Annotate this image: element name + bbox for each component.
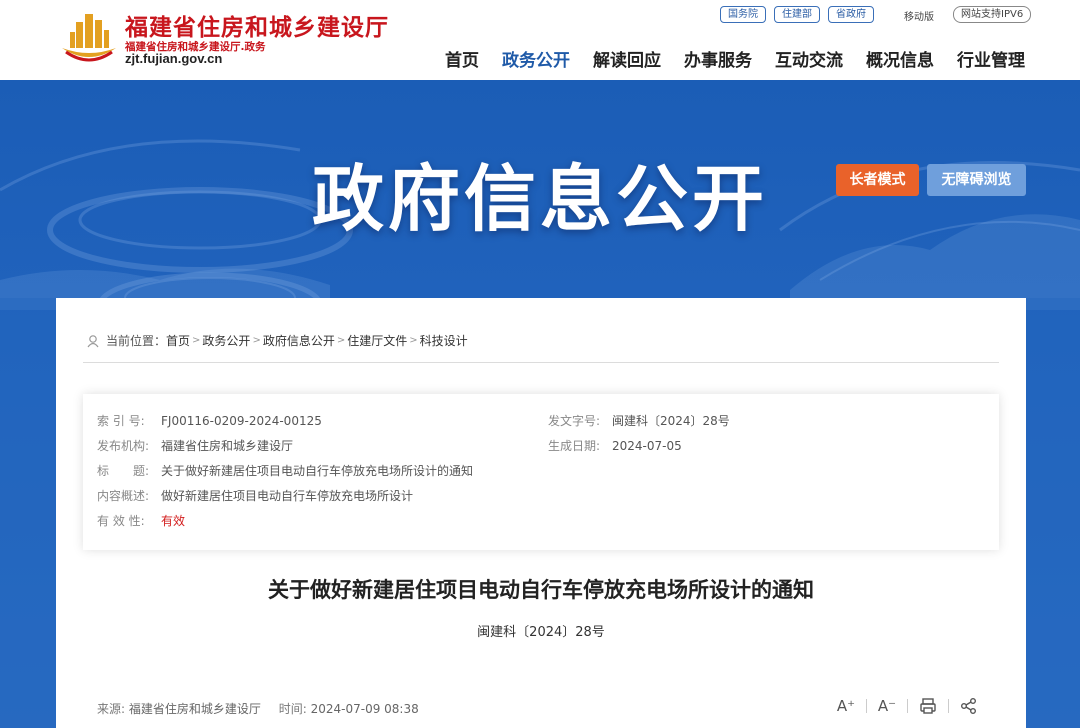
breadcrumb-divider xyxy=(83,362,999,363)
source-info: 来源: 福建省住房和城乡建设厅 时间: 2024-07-09 08:38 xyxy=(97,700,433,717)
meta-publisher: 发布机构: 福建省住房和城乡建设厅 xyxy=(97,437,293,454)
nav-item-services[interactable]: 办事服务 xyxy=(684,46,752,71)
document-meta-box: 索 引 号: FJ00116-0209-2024-00125 发文字号: 闽建科〔2… xyxy=(83,394,999,550)
breadcrumb-separator: > xyxy=(409,335,418,346)
site-name[interactable]: 福建省住房和城乡建设厅 xyxy=(125,8,389,42)
time-label: 时间: xyxy=(278,702,307,716)
meta-title-label: 标 题: xyxy=(97,464,150,478)
article-tools: A⁺ A⁻ xyxy=(836,696,979,716)
breadcrumb-prefix: 当前位置： xyxy=(106,334,167,348)
top-links: 国务院 住建部 省政府 xyxy=(720,6,874,23)
nav-item-overview[interactable]: 概况信息 xyxy=(866,46,934,71)
site-logo-icon[interactable] xyxy=(58,8,120,64)
elder-mode-button[interactable]: 长者模式 xyxy=(836,164,919,196)
meta-summary-value: 做好新建居住项目电动自行车停放充电场所设计 xyxy=(161,489,414,503)
nav-item-home[interactable]: 首页 xyxy=(445,46,479,71)
breadcrumb-gov-affairs[interactable]: 政务公开 xyxy=(202,332,250,349)
accessibility-button[interactable]: 无障碍浏览 xyxy=(927,164,1026,196)
main-nav: 首页 政务公开 解读回应 办事服务 互动交流 概况信息 行业管理 xyxy=(445,46,1025,71)
time-value: 2024-07-09 08:38 xyxy=(310,702,419,716)
tool-divider xyxy=(866,699,867,713)
meta-doc-number-value: 闽建科〔2024〕28号 xyxy=(612,414,730,428)
meta-validity-value: 有效 xyxy=(161,514,186,528)
top-link-state-council[interactable]: 国务院 xyxy=(720,6,766,23)
top-link-ministry[interactable]: 住建部 xyxy=(774,6,820,23)
breadcrumb-home[interactable]: 首页 xyxy=(166,332,190,349)
meta-doc-number-label: 发文字号: xyxy=(548,414,601,428)
breadcrumb-info-disclosure[interactable]: 政府信息公开 xyxy=(263,332,335,349)
meta-validity-label: 有 效 性: xyxy=(97,514,145,528)
meta-doc-number: 发文字号: 闽建科〔2024〕28号 xyxy=(548,412,730,429)
meta-index-label: 索 引 号: xyxy=(97,414,145,428)
source-value: 福建省住房和城乡建设厅 xyxy=(128,702,261,716)
top-link-province[interactable]: 省政府 xyxy=(828,6,874,23)
meta-title-value: 关于做好新建居住项目电动自行车停放充电场所设计的通知 xyxy=(161,464,474,478)
breadcrumb-tech-design[interactable]: 科技设计 xyxy=(420,332,468,349)
breadcrumb-separator: > xyxy=(192,335,201,346)
site-domain: zjt.fujian.gov.cn xyxy=(125,51,223,66)
meta-index: 索 引 号: FJ00116-0209-2024-00125 xyxy=(97,412,322,429)
document-title: 关于做好新建居住项目电动自行车停放充电场所设计的通知 xyxy=(268,578,814,602)
nav-item-interaction[interactable]: 互动交流 xyxy=(775,46,843,71)
meta-index-value: FJ00116-0209-2024-00125 xyxy=(161,414,322,428)
nav-item-gov-affairs[interactable]: 政务公开 xyxy=(502,46,570,71)
print-icon[interactable] xyxy=(918,696,938,716)
source-label: 来源: xyxy=(97,702,126,716)
meta-summary-label: 内容概述: xyxy=(97,489,150,503)
meta-publisher-value: 福建省住房和城乡建设厅 xyxy=(161,439,294,453)
site-header: 福建省住房和城乡建设厅 福建省住房和城乡建设厅.政务 zjt.fujian.go… xyxy=(0,0,1080,80)
meta-date: 生成日期: 2024-07-05 xyxy=(548,437,682,454)
nav-item-interpretation[interactable]: 解读回应 xyxy=(593,46,661,71)
meta-date-label: 生成日期: xyxy=(548,439,601,453)
breadcrumb-separator: > xyxy=(336,335,346,346)
meta-publisher-label: 发布机构: xyxy=(97,439,150,453)
nav-item-industry[interactable]: 行业管理 xyxy=(957,46,1025,71)
tool-divider xyxy=(948,699,949,713)
font-decrease-icon[interactable]: A⁻ xyxy=(877,696,897,716)
document-number: 闽建科〔2024〕28号 xyxy=(477,625,605,640)
meta-date-value: 2024-07-05 xyxy=(612,439,682,453)
font-increase-icon[interactable]: A⁺ xyxy=(836,696,856,716)
breadcrumb: 当前位置： 首页 > 政务公开 > 政府信息公开 > 住建厅文件 > 科技设计 xyxy=(86,332,468,349)
meta-validity: 有 效 性: 有效 xyxy=(97,512,185,529)
meta-title: 标 题: 关于做好新建居住项目电动自行车停放充电场所设计的通知 xyxy=(97,462,473,479)
share-icon[interactable] xyxy=(959,696,979,716)
mobile-version-link[interactable]: 移动版 xyxy=(904,8,934,23)
location-icon xyxy=(87,334,99,347)
breadcrumb-separator: > xyxy=(252,335,261,346)
content-panel: 当前位置： 首页 > 政务公开 > 政府信息公开 > 住建厅文件 > 科技设计 … xyxy=(56,298,1026,728)
tool-divider xyxy=(907,699,908,713)
meta-summary: 内容概述: 做好新建居住项目电动自行车停放充电场所设计 xyxy=(97,487,413,504)
ipv6-badge: 网站支持IPV6 xyxy=(953,6,1032,23)
breadcrumb-dept-docs[interactable]: 住建厅文件 xyxy=(347,332,407,349)
